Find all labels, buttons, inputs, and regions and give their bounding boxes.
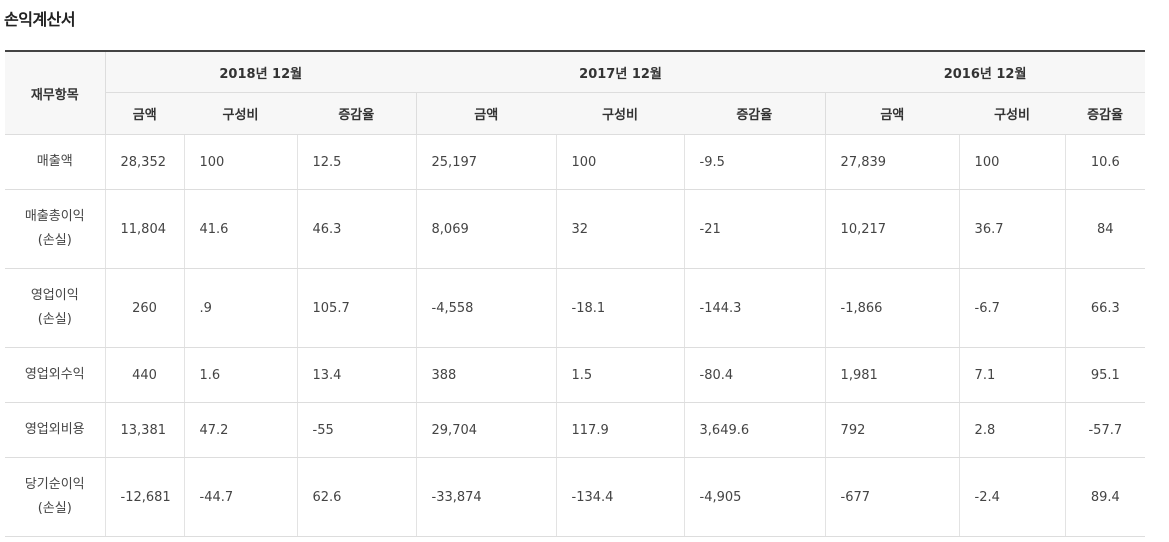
subheader-ratio: 구성비 [959, 92, 1066, 135]
table-row: 영업외수익 440 1.6 13.4 388 1.5 -80.4 1,981 7… [5, 347, 1146, 403]
cell-ratio: 1.6 [183, 347, 297, 403]
cell-amount: -677 [824, 457, 960, 537]
table-row: 당기순이익 (손실) -12,681 -44.7 62.6 -33,874 -13… [5, 457, 1146, 537]
cell-amount: 1,981 [824, 347, 960, 403]
cell-ratio: 41.6 [183, 189, 297, 269]
cell-ratio: -18.1 [555, 268, 685, 348]
cell-amount: 10,217 [824, 189, 960, 269]
period-header-2016: 2016년 12월 [825, 50, 1146, 93]
cell-growth: 62.6 [296, 457, 417, 537]
subheader-growth: 증감율 [684, 92, 826, 135]
cell-amount: 27,839 [824, 134, 960, 190]
cell-ratio: -44.7 [183, 457, 297, 537]
cell-growth: 84 [1064, 189, 1146, 269]
cell-growth: -80.4 [683, 347, 826, 403]
cell-growth: 105.7 [296, 268, 417, 348]
cell-amount: 440 [104, 347, 184, 403]
item-header: 재무항목 [5, 50, 106, 135]
cell-growth: 89.4 [1064, 457, 1146, 537]
subheader-ratio: 구성비 [184, 92, 297, 135]
cell-amount: 11,804 [104, 189, 184, 269]
cell-ratio: 1.5 [555, 347, 685, 403]
cell-growth: 12.5 [296, 134, 417, 190]
cell-amount: -4,558 [415, 268, 557, 348]
cell-ratio: 2.8 [958, 402, 1066, 458]
cell-ratio: 100 [555, 134, 685, 190]
cell-growth: -4,905 [683, 457, 826, 537]
cell-amount: 260 [104, 268, 184, 348]
cell-growth: 46.3 [296, 189, 417, 269]
cell-ratio: -2.4 [958, 457, 1066, 537]
subheader-amount: 금액 [824, 92, 960, 135]
cell-amount: -33,874 [415, 457, 557, 537]
cell-ratio: 117.9 [555, 402, 685, 458]
cell-amount: 28,352 [104, 134, 184, 190]
cell-ratio: -6.7 [958, 268, 1066, 348]
cell-growth: -57.7 [1064, 402, 1146, 458]
cell-amount: -12,681 [104, 457, 184, 537]
period-header-2017: 2017년 12월 [416, 50, 826, 93]
cell-amount: 25,197 [415, 134, 557, 190]
cell-growth: -55 [296, 402, 417, 458]
subheader-growth: 증감율 [1065, 92, 1146, 135]
cell-ratio: -134.4 [555, 457, 685, 537]
cell-growth: -9.5 [683, 134, 826, 190]
cell-growth: -144.3 [683, 268, 826, 348]
row-label: 매출액 [5, 134, 105, 190]
row-label: 영업외비용 [5, 402, 105, 458]
subheader-amount: 금액 [415, 92, 557, 135]
row-label: 영업이익 (손실) [5, 268, 105, 348]
subheader-ratio: 구성비 [556, 92, 685, 135]
cell-growth: -21 [683, 189, 826, 269]
subheader-amount: 금액 [105, 92, 184, 135]
cell-ratio: 36.7 [958, 189, 1066, 269]
row-label: 당기순이익 (손실) [5, 457, 105, 537]
cell-ratio: 100 [958, 134, 1066, 190]
cell-ratio: 7.1 [958, 347, 1066, 403]
income-statement-table: 재무항목 2018년 12월 2017년 12월 2016년 12월 금액 구성… [5, 50, 1146, 537]
table-row: 영업이익 (손실) 260 .9 105.7 -4,558 -18.1 -144.… [5, 268, 1146, 348]
cell-growth: 10.6 [1064, 134, 1146, 190]
period-header-2018: 2018년 12월 [105, 50, 417, 93]
cell-ratio: 47.2 [183, 402, 297, 458]
cell-amount: 792 [824, 402, 960, 458]
cell-amount: 13,381 [104, 402, 184, 458]
cell-growth: 95.1 [1064, 347, 1146, 403]
cell-ratio: .9 [183, 268, 297, 348]
cell-growth: 13.4 [296, 347, 417, 403]
subheader-growth: 증감율 [297, 92, 417, 135]
cell-ratio: 32 [555, 189, 685, 269]
cell-growth: 3,649.6 [683, 402, 826, 458]
cell-amount: 388 [415, 347, 557, 403]
table-row: 매출총이익 (손실) 11,804 41.6 46.3 8,069 32 -21 … [5, 189, 1146, 269]
row-label: 매출총이익 (손실) [5, 189, 105, 269]
cell-growth: 66.3 [1064, 268, 1146, 348]
cell-amount: 8,069 [415, 189, 557, 269]
page-title: 손익계산서 [4, 10, 76, 29]
row-label: 영업외수익 [5, 347, 105, 403]
cell-amount: -1,866 [824, 268, 960, 348]
cell-amount: 29,704 [415, 402, 557, 458]
table-row: 영업외비용 13,381 47.2 -55 29,704 117.9 3,649… [5, 402, 1146, 458]
table-row: 매출액 28,352 100 12.5 25,197 100 -9.5 27,8… [5, 134, 1146, 190]
cell-ratio: 100 [183, 134, 297, 190]
